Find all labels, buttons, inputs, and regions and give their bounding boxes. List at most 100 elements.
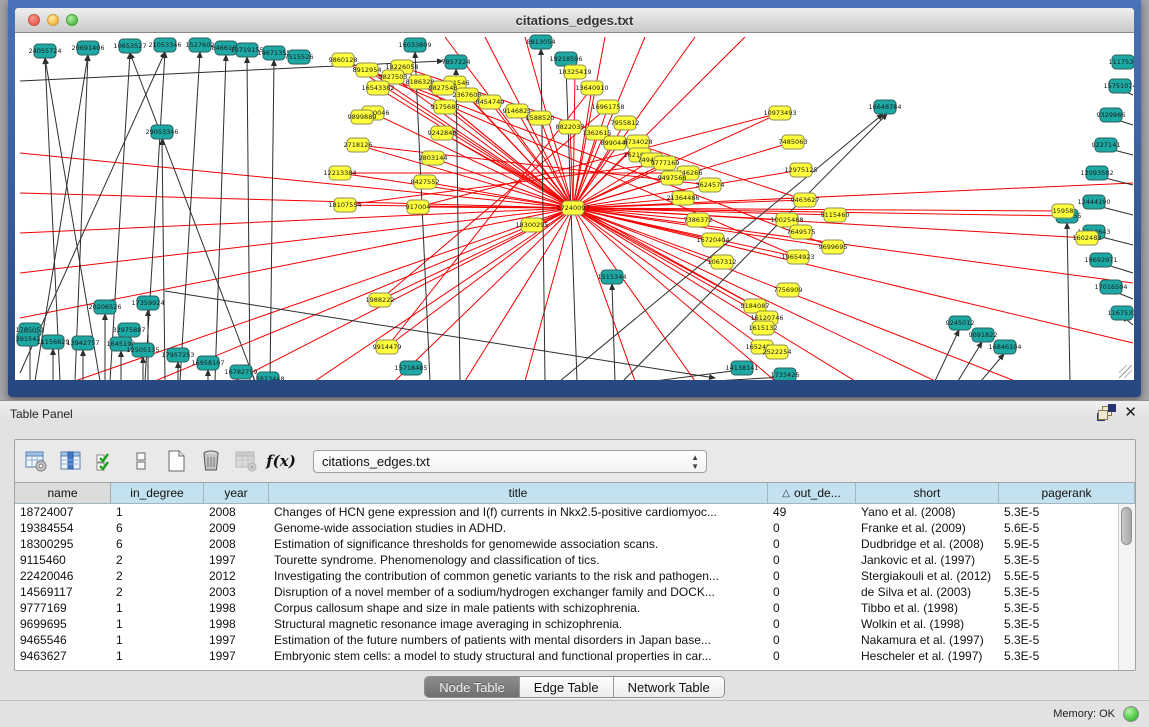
memory-indicator[interactable]	[1123, 706, 1139, 722]
graph-node[interactable]: 7756909	[774, 283, 803, 297]
graph-node[interactable]: 9091822	[969, 328, 998, 342]
table-row[interactable]: 946362711997Embryonic stem cells: a mode…	[15, 648, 1119, 664]
table-scrollbar[interactable]	[1118, 504, 1135, 670]
function-icon[interactable]: f(x)	[268, 448, 294, 474]
graph-node[interactable]: 8427552	[411, 175, 440, 189]
table-settings-icon[interactable]	[23, 448, 49, 474]
graph-node[interactable]: 16543382	[361, 81, 394, 95]
graph-node[interactable]: 12444190	[1077, 195, 1110, 209]
column-header-title[interactable]: title	[269, 483, 768, 503]
column-header-year[interactable]: year	[204, 483, 269, 503]
graph-node[interactable]: 7955812	[611, 116, 640, 130]
table-row[interactable]: 1872400712008Changes of HCN gene express…	[15, 504, 1119, 520]
graph-node[interactable]: 2803144	[419, 151, 448, 165]
graph-node[interactable]: 1117530	[1109, 55, 1134, 69]
table-row[interactable]: 911546021997Tourette syndrome. Phenomeno…	[15, 552, 1119, 568]
column-check-icon[interactable]	[93, 448, 119, 474]
table-row[interactable]: 2242004622012Investigating the contribut…	[15, 568, 1119, 584]
graph-node[interactable]: 12505135	[126, 343, 159, 357]
graph-node[interactable]: 19218596	[549, 52, 582, 66]
row-height-icon[interactable]	[128, 448, 154, 474]
graph-node[interactable]: 21053346	[148, 38, 181, 52]
graph-node[interactable]: 9463627	[791, 193, 820, 207]
graph-node[interactable]: 9175685	[431, 100, 460, 114]
graph-node[interactable]: 10653527	[113, 39, 146, 53]
graph-node[interactable]: 917004	[406, 200, 431, 214]
graph-node[interactable]: 9115460	[821, 208, 850, 222]
graph-node[interactable]: 1588520	[526, 111, 555, 125]
tab-edge-table[interactable]: Edge Table	[520, 677, 614, 697]
table-selector[interactable]: citations_edges.txt ▲▼	[313, 450, 707, 473]
graph-node[interactable]: 9497568	[658, 171, 687, 185]
graph-node[interactable]: 9914479	[373, 340, 402, 354]
graph-node[interactable]: 6734028	[624, 135, 653, 149]
graph-node[interactable]: 15751074	[1103, 79, 1134, 93]
graph-node[interactable]: 9245012	[946, 316, 975, 330]
graph-node[interactable]: 18107554	[328, 198, 361, 212]
graph-node[interactable]: 18325419	[558, 65, 591, 79]
table-scrollbar-thumb[interactable]	[1121, 507, 1132, 545]
graph-node[interactable]: 11156829	[36, 335, 69, 349]
minimize-window-button[interactable]	[47, 14, 59, 26]
graph-node[interactable]: 8822037	[556, 120, 585, 134]
graph-node[interactable]: 1515344	[598, 270, 627, 284]
graph-node[interactable]: 32975887	[112, 323, 145, 337]
graph-node[interactable]: 7649575	[787, 225, 816, 239]
graph-node[interactable]: 14138141	[725, 361, 758, 375]
column-header-in_degree[interactable]: in_degree	[111, 483, 204, 503]
graph-node[interactable]: 16033809	[398, 38, 431, 52]
graph-node[interactable]: 19692971	[1084, 253, 1117, 267]
graph-node[interactable]: 1167531	[1108, 306, 1134, 320]
graph-node[interactable]: 9227141	[1092, 138, 1121, 152]
window-titlebar[interactable]: citations_edges.txt	[15, 8, 1134, 33]
graph-node[interactable]: 9329966	[1097, 108, 1126, 122]
column-header-pagerank[interactable]: pagerank	[999, 483, 1135, 503]
graph-node[interactable]: 1067312	[708, 255, 737, 269]
graph-node[interactable]: 9777169	[651, 156, 680, 170]
new-document-icon[interactable]	[163, 448, 189, 474]
graph-node[interactable]: 20206526	[88, 300, 121, 314]
graph-node[interactable]: 2718126	[344, 138, 373, 152]
column-header-out_de[interactable]: △out_de...	[768, 483, 856, 503]
table-disabled-icon[interactable]	[233, 448, 259, 474]
graph-node[interactable]: 1615132	[749, 321, 778, 335]
table-row[interactable]: 1938455462009Genome-wide association stu…	[15, 520, 1119, 536]
graph-node[interactable]: 7485063	[779, 135, 808, 149]
delete-icon[interactable]	[198, 448, 224, 474]
graph-node[interactable]: 16846104	[988, 340, 1021, 354]
column-header-short[interactable]: short	[856, 483, 999, 503]
table-row[interactable]: 977716911998Corpus callosum shape and si…	[15, 600, 1119, 616]
graph-node[interactable]: 1988222	[366, 293, 395, 307]
table-row[interactable]: 1830029562008Estimation of significance …	[15, 536, 1119, 552]
graph-node[interactable]: 16961758	[591, 100, 624, 114]
column-header-name[interactable]: name	[15, 483, 111, 503]
tab-node-table[interactable]: Node Table	[425, 677, 520, 697]
graph-node[interactable]: 1602483	[1073, 231, 1102, 245]
graph-node[interactable]: 9860128	[329, 53, 358, 67]
tab-network-table[interactable]: Network Table	[614, 677, 724, 697]
graph-node[interactable]: 8813054	[527, 35, 556, 49]
float-panel-icon[interactable]	[1097, 405, 1112, 420]
graph-node[interactable]: 1733426	[771, 368, 800, 380]
table-column-icon[interactable]	[58, 448, 84, 474]
table-row[interactable]: 946554611997Estimation of the future num…	[15, 632, 1119, 648]
graph-node[interactable]: 8454749	[476, 95, 505, 109]
graph-node[interactable]: 15958	[1052, 204, 1074, 218]
graph-node[interactable]: 17359924	[131, 296, 164, 310]
table-row[interactable]: 1456911722003Disruption of a novel membe…	[15, 584, 1119, 600]
close-panel-icon[interactable]: ✕	[1124, 405, 1137, 420]
graph-node[interactable]: 12975125	[784, 163, 817, 177]
graph-node[interactable]: 7515526	[285, 50, 314, 64]
graph-node[interactable]: 19654923	[781, 250, 814, 264]
table-row[interactable]: 969969511998Structural magnetic resonanc…	[15, 616, 1119, 632]
close-window-button[interactable]	[28, 14, 40, 26]
graph-node[interactable]: 2522254	[763, 345, 792, 359]
graph-node[interactable]: 16648784	[868, 100, 901, 114]
graph-node[interactable]: 9899889	[348, 110, 377, 124]
graph-node[interactable]: 17957253	[161, 348, 194, 362]
graph-node[interactable]: 24055724	[28, 44, 61, 58]
zoom-window-button[interactable]	[66, 14, 78, 26]
graph-node[interactable]: 1527602	[186, 38, 215, 52]
network-canvas[interactable]: 2405572420691406106535272105334615276028…	[15, 33, 1134, 380]
graph-node[interactable]: 9242848	[428, 126, 457, 140]
